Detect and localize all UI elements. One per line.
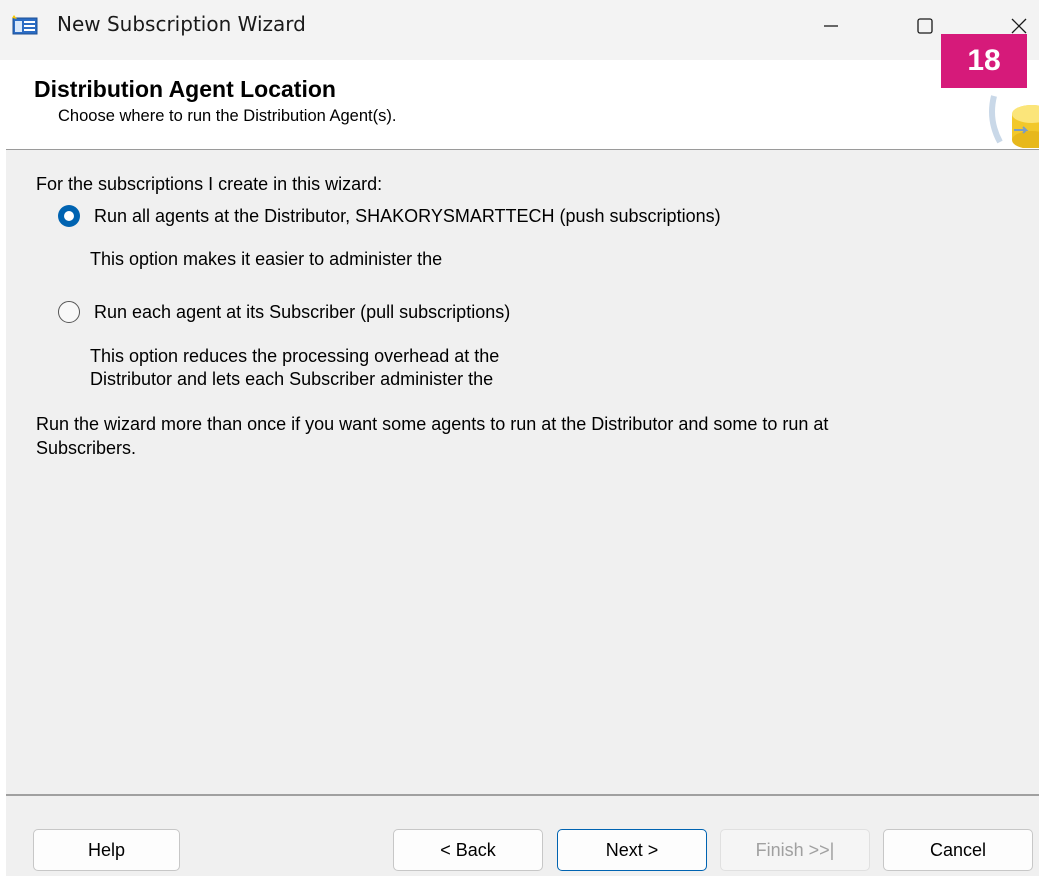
intro-label: For the subscriptions I create in this w… <box>36 174 383 194</box>
step-number-badge: 18 <box>941 34 1027 88</box>
pull-subscriptions-description-line-1: This option reduces the processing overh… <box>90 346 500 366</box>
pull-subscriptions-description-line-2: Distributor and lets each Subscriber adm… <box>90 369 494 389</box>
push-subscriptions-description: This option makes it easier to administe… <box>90 249 443 269</box>
wizard-app-icon <box>12 15 38 35</box>
database-graphic-icon <box>986 90 1039 148</box>
footer-note-line-2: Subscribers. <box>36 438 137 458</box>
finish-button[interactable]: Finish >>| <box>720 829 870 871</box>
pull-subscriptions-radio[interactable] <box>58 301 80 323</box>
help-button[interactable]: Help <box>33 829 180 871</box>
footer-note-line-1: Run the wizard more than once if you wan… <box>36 414 829 434</box>
window-title: New Subscription Wizard <box>57 12 306 36</box>
next-button[interactable]: Next > <box>557 829 707 871</box>
push-subscriptions-radio[interactable] <box>58 205 80 227</box>
push-subscriptions-label[interactable]: Run all agents at the Distributor, SHAKO… <box>94 205 721 227</box>
pull-subscriptions-label[interactable]: Run each agent at its Subscriber (pull s… <box>94 301 510 323</box>
wizard-content <box>6 150 1039 795</box>
title-bar: New Subscription Wizard <box>0 0 1039 60</box>
wizard-header: Distribution Agent Location Choose where… <box>6 60 1039 150</box>
minimize-button[interactable] <box>809 8 853 44</box>
page-title: Distribution Agent Location <box>34 76 336 102</box>
cancel-button[interactable]: Cancel <box>883 829 1033 871</box>
back-button[interactable]: < Back <box>393 829 543 871</box>
page-subtitle: Choose where to run the Distribution Age… <box>58 107 397 125</box>
